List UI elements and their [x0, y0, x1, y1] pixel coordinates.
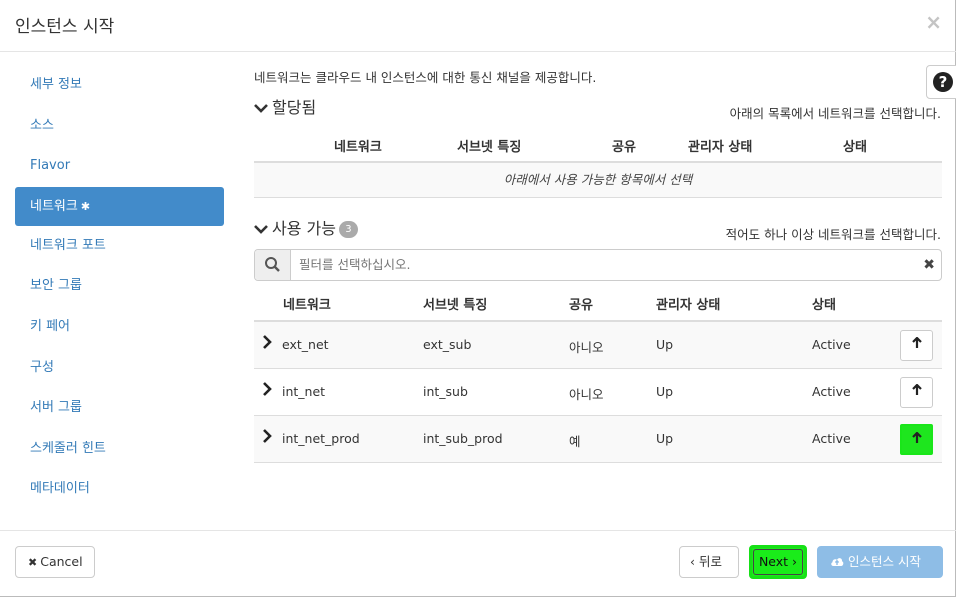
subnet-name: int_sub_prod: [423, 431, 503, 446]
status-value: Active: [812, 384, 851, 399]
required-asterisk-icon: ✱: [80, 199, 91, 213]
subnet-name: int_sub: [423, 384, 468, 399]
clear-filter-icon[interactable]: ✖: [923, 257, 935, 273]
filter-bar: ✖: [254, 249, 942, 281]
launch-instance-button[interactable]: 인스턴스 시작: [817, 546, 943, 578]
allocated-empty-message: 아래에서 사용 가능한 항목에서 선택: [254, 163, 942, 198]
chevron-down-icon: [254, 102, 268, 116]
allocate-button[interactable]: [900, 424, 933, 455]
launch-instance-dialog: 인스턴스 시작 × 세부 정보 소스 Flavor 네트워크 ✱ 네트워크 포트 …: [0, 0, 956, 597]
nav-item-flavor[interactable]: Flavor: [15, 146, 224, 187]
nav-item-label: 스케줄러 힌트: [30, 440, 106, 456]
chevron-right-icon[interactable]: [262, 382, 272, 400]
nav-item-label: 세부 정보: [30, 77, 82, 92]
networks-description: 네트워크는 클라우드 내 인스턴스에 대한 통신 채널을 제공합니다.: [254, 70, 597, 85]
nav-item-label: 보안 그룹: [30, 278, 82, 294]
nav-item-label: 네트워크: [30, 198, 78, 214]
search-icon: [255, 250, 291, 280]
cancel-button[interactable]: ✖ Cancel: [15, 546, 95, 578]
available-help-text: 적어도 하나 이상 네트워크를 선택합니다.: [725, 227, 941, 242]
nav-item-source[interactable]: 소스: [15, 106, 224, 147]
cloud-upload-icon: [830, 548, 844, 578]
column-header-shared[interactable]: 공유: [569, 294, 593, 313]
nav-item-network-ports[interactable]: 네트워크 포트: [15, 226, 224, 267]
admin-state-value: Up: [656, 431, 674, 446]
arrow-up-icon: [911, 431, 922, 443]
column-header-subnets[interactable]: 서브넷 특징: [423, 294, 487, 313]
table-row: int_net_prod int_sub_prod 예 Up Active: [254, 416, 942, 463]
launch-label: 인스턴스 시작: [848, 554, 921, 569]
allocated-title-label: 할당됨: [272, 98, 317, 117]
next-button[interactable]: Next ›: [749, 545, 807, 579]
nav-item-networks[interactable]: 네트워크 ✱: [15, 186, 224, 226]
shared-value: 예: [569, 434, 581, 449]
nav-item-label: 구성: [30, 359, 54, 375]
column-header-admin-state[interactable]: 관리자 상태: [688, 136, 752, 155]
question-icon: ?: [933, 72, 953, 92]
nav-item-label: 네트워크 포트: [30, 237, 106, 253]
network-name: int_net: [282, 384, 326, 399]
help-button[interactable]: ?: [926, 65, 956, 99]
arrow-up-icon: [911, 383, 922, 395]
nav-item-label: Flavor: [30, 158, 71, 174]
column-header-status[interactable]: 상태: [843, 136, 867, 155]
nav-item-details[interactable]: 세부 정보: [15, 65, 224, 106]
available-section-title[interactable]: 사용 가능 3: [254, 215, 358, 239]
nav-item-label: 키 페어: [30, 318, 71, 334]
network-name: ext_net: [282, 337, 329, 352]
column-header-admin-state[interactable]: 관리자 상태: [656, 294, 720, 313]
nav-item-label: 소스: [30, 117, 54, 133]
chevron-right-icon[interactable]: [262, 429, 272, 447]
available-title-label: 사용 가능: [272, 219, 336, 238]
table-row: ext_net ext_sub 아니오 Up Active: [254, 322, 942, 369]
back-button[interactable]: ‹ 뒤로: [679, 546, 739, 578]
wizard-nav: 세부 정보 소스 Flavor 네트워크 ✱ 네트워크 포트 보안 그룹 키 페어…: [15, 65, 224, 510]
nav-item-metadata[interactable]: 메타데이터: [15, 469, 224, 510]
nav-item-server-groups[interactable]: 서버 그룹: [15, 388, 224, 429]
status-value: Active: [812, 337, 851, 352]
admin-state-value: Up: [656, 337, 674, 352]
allocate-button[interactable]: [900, 330, 933, 361]
nav-item-label: 메타데이터: [30, 481, 90, 497]
allocated-section-title[interactable]: 할당됨: [254, 94, 316, 118]
subnet-name: ext_sub: [423, 337, 472, 352]
dialog-footer: ✖ Cancel ‹ 뒤로 Next › 인스턴스 시작: [0, 530, 956, 597]
chevron-right-icon[interactable]: [262, 335, 272, 353]
shared-value: 아니오: [569, 340, 604, 355]
close-icon[interactable]: ×: [925, 10, 942, 34]
cancel-label: Cancel: [40, 554, 83, 569]
available-count-badge: 3: [338, 221, 358, 238]
chevron-down-icon: [254, 223, 268, 237]
admin-state-value: Up: [656, 384, 674, 399]
status-value: Active: [812, 431, 851, 446]
nav-item-scheduler-hints[interactable]: 스케줄러 힌트: [15, 429, 224, 470]
dialog-title: 인스턴스 시작: [15, 17, 115, 37]
nav-item-security-groups[interactable]: 보안 그룹: [15, 266, 224, 307]
nav-item-configuration[interactable]: 구성: [15, 348, 224, 389]
allocate-button[interactable]: [900, 377, 933, 408]
column-header-status[interactable]: 상태: [812, 294, 836, 313]
dialog-header: 인스턴스 시작 ×: [0, 0, 956, 52]
filter-input[interactable]: [299, 250, 899, 280]
network-name: int_net_prod: [282, 431, 360, 446]
column-header-shared[interactable]: 공유: [612, 136, 636, 155]
allocated-help-text: 아래의 목록에서 네트워크를 선택합니다.: [729, 106, 941, 121]
table-row: int_net int_sub 아니오 Up Active: [254, 369, 942, 416]
next-label: Next ›: [753, 549, 803, 575]
close-icon: ✖: [28, 556, 38, 569]
column-header-subnets[interactable]: 서브넷 특징: [457, 136, 521, 155]
nav-item-key-pair[interactable]: 키 페어: [15, 307, 224, 348]
column-header-network[interactable]: 네트워크: [334, 136, 382, 155]
column-header-network[interactable]: 네트워크: [283, 294, 331, 313]
nav-item-label: 서버 그룹: [30, 400, 82, 416]
arrow-up-icon: [911, 336, 922, 348]
shared-value: 아니오: [569, 387, 604, 402]
back-label: ‹ 뒤로: [690, 554, 722, 569]
